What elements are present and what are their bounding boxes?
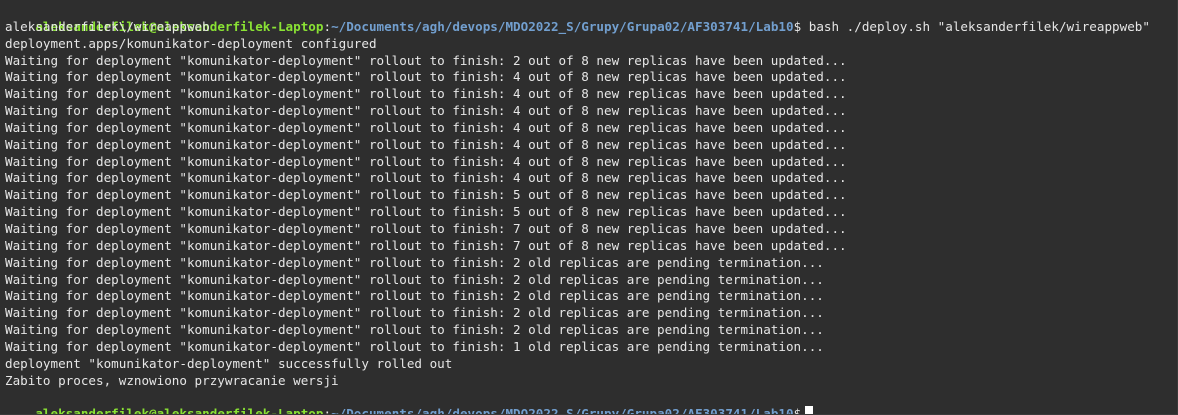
output-line: Waiting for deployment "komunikator-depl… [5, 305, 824, 321]
command-line: aleksanderfilek@aleksanderfilek-Laptop:~… [5, 2, 1177, 34]
output-line: Waiting for deployment "komunikator-depl… [5, 153, 847, 169]
output-line: Waiting for deployment "komunikator-depl… [5, 136, 847, 152]
prompt-user-host: aleksanderfilek@aleksanderfilek-Laptop [35, 406, 324, 415]
prompt-path: ~/Documents/agh/devops/MDO2022_S/Grupy/G… [331, 406, 794, 415]
terminal-window[interactable]: aleksanderfilek@aleksanderfilek-Laptop:~… [0, 0, 1178, 415]
prompt-symbol: $ [793, 406, 802, 415]
terminal-cursor[interactable] [805, 406, 814, 414]
output-line: Zabito proces, wznowiono przywracanie we… [5, 372, 339, 388]
output-line: Waiting for deployment "komunikator-depl… [5, 237, 847, 253]
output-line: Waiting for deployment "komunikator-depl… [5, 119, 847, 135]
output-block: aleksanderfilek\/wireappweb deployment.a… [5, 19, 1177, 390]
prompt-path: ~/Documents/agh/devops/MDO2022_S/Grupy/G… [331, 18, 794, 34]
output-line: Waiting for deployment "komunikator-depl… [5, 52, 847, 68]
output-line: Waiting for deployment "komunikator-depl… [5, 271, 824, 287]
output-line: Waiting for deployment "komunikator-depl… [5, 338, 824, 354]
output-line: Waiting for deployment "komunikator-depl… [5, 69, 847, 85]
output-line: Waiting for deployment "komunikator-depl… [5, 288, 824, 304]
output-line: Waiting for deployment "komunikator-depl… [5, 254, 824, 270]
output-line: Waiting for deployment "komunikator-depl… [5, 204, 847, 220]
command-text: bash ./deploy.sh "aleksanderfilek/wireap… [801, 18, 1150, 34]
prompt-separator: : [323, 18, 332, 34]
output-line: Waiting for deployment "komunikator-depl… [5, 86, 847, 102]
output-line: deployment.apps/komunikator-deployment c… [5, 35, 377, 51]
output-line: Waiting for deployment "komunikator-depl… [5, 103, 847, 119]
prompt-separator: : [323, 406, 332, 415]
output-line: Waiting for deployment "komunikator-depl… [5, 170, 847, 186]
output-line: deployment "komunikator-deployment" succ… [5, 355, 453, 371]
output-line: Waiting for deployment "komunikator-depl… [5, 187, 847, 203]
output-line: Waiting for deployment "komunikator-depl… [5, 322, 824, 338]
output-line: Waiting for deployment "komunikator-depl… [5, 220, 847, 236]
current-prompt-line[interactable]: aleksanderfilek@aleksanderfilek-Laptop:~… [5, 389, 1177, 414]
